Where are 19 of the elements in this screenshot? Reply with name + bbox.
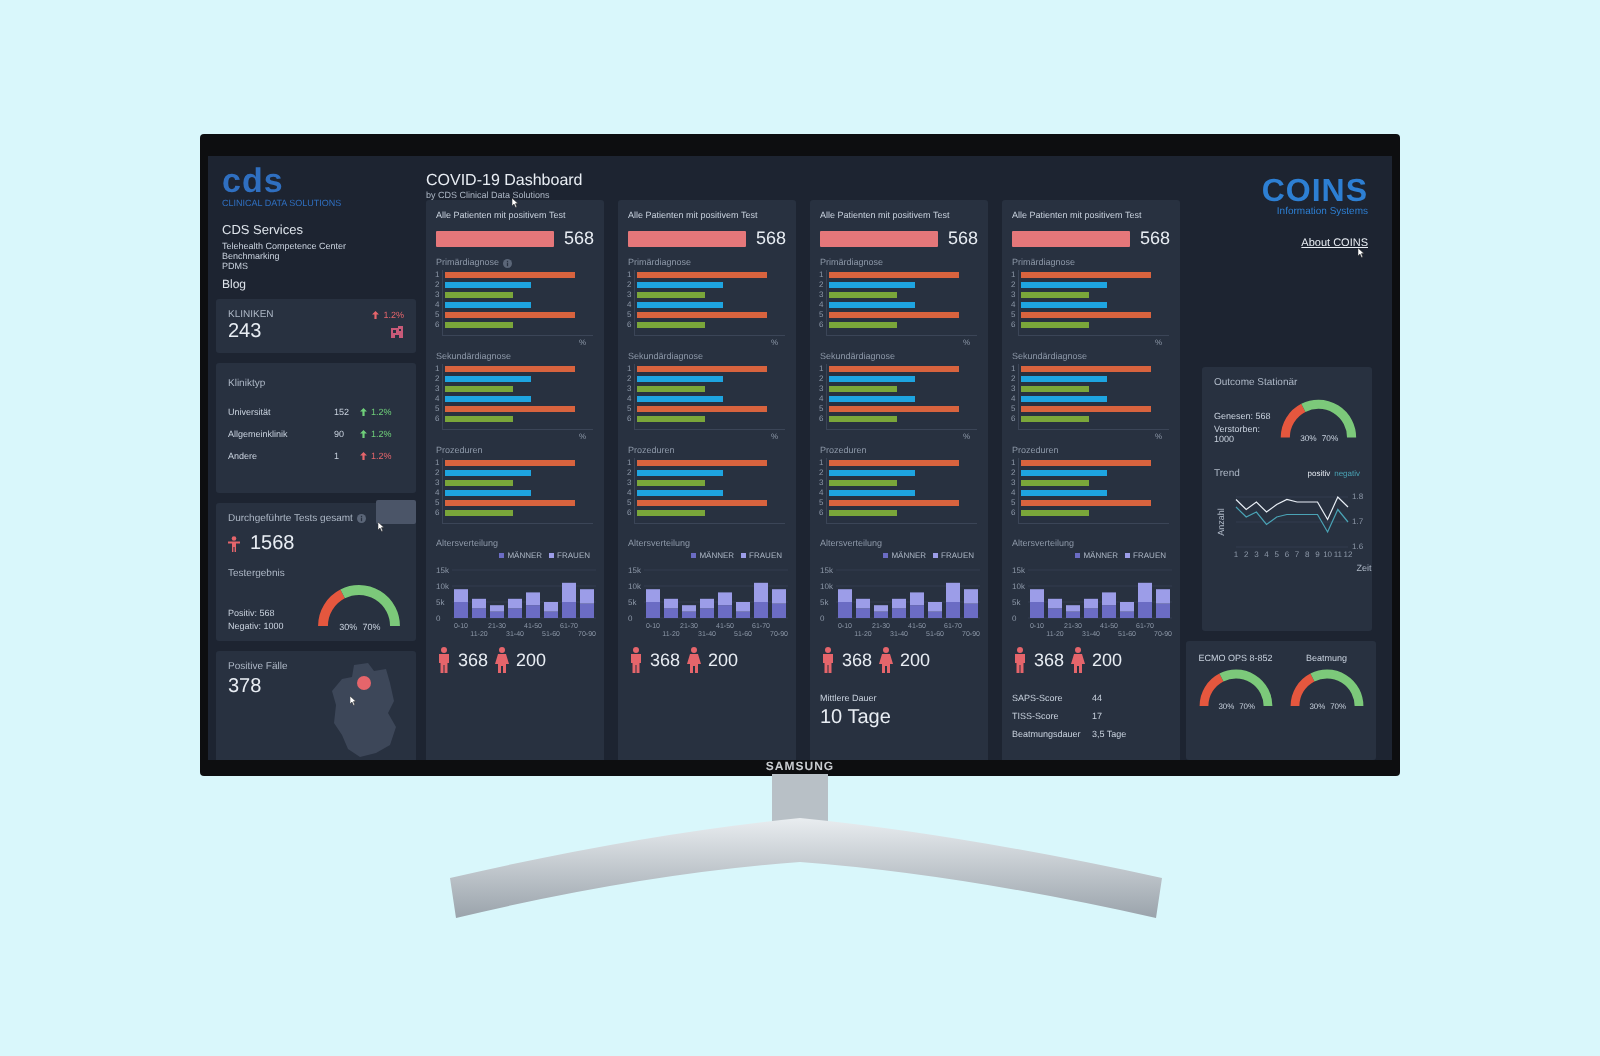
male-count: 368 (842, 649, 873, 671)
female-count: 200 (1092, 649, 1123, 671)
male-count: 368 (650, 649, 681, 671)
total-count: 568 (1139, 228, 1170, 249)
clinics-count: 243 (228, 320, 262, 343)
female-count: 200 (516, 649, 547, 671)
male-count: 368 (458, 649, 489, 671)
positive-count: 378 (228, 675, 264, 699)
logo-text: cds (222, 164, 284, 198)
dashboard-title: COVID-19 Dashboard (426, 172, 585, 190)
logo-text: COINS (1261, 174, 1368, 206)
total-count: 568 (755, 228, 786, 249)
male-count: 368 (1034, 649, 1065, 671)
total-count: 568 (563, 228, 594, 249)
female-count: 200 (708, 649, 739, 671)
tests-total: 1568 (250, 532, 295, 555)
total-count: 568 (947, 228, 978, 249)
female-count: 200 (900, 649, 931, 671)
stat-value: 10 Tage (820, 706, 893, 729)
